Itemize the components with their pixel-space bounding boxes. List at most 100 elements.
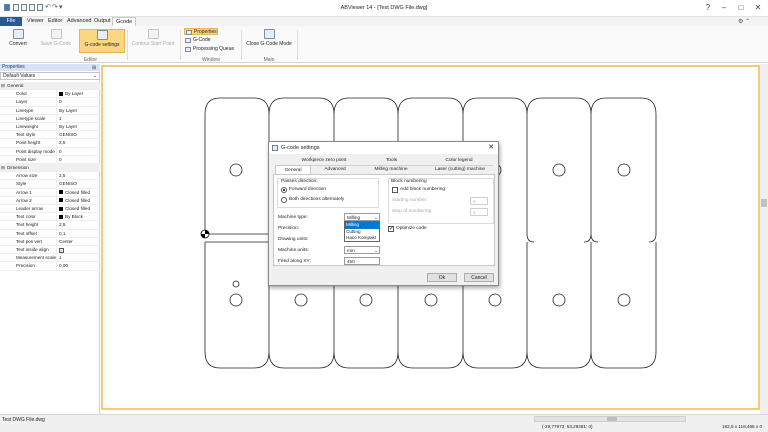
machine-type-select[interactable]: Milling ⌄ xyxy=(344,213,380,221)
property-row[interactable]: Style GENISO xyxy=(0,180,100,189)
contour-start-point-button[interactable]: Contour Start Point xyxy=(130,29,176,53)
property-value-text: 0 xyxy=(59,148,62,154)
close-icon[interactable]: ✕ xyxy=(750,3,766,12)
feed-along-xy-field[interactable]: 450 xyxy=(344,257,380,265)
machine-option-haco-kompakt[interactable]: Haco Kompakt xyxy=(345,235,379,242)
menu-file[interactable]: File xyxy=(0,17,22,26)
property-value[interactable]: 1 xyxy=(56,254,62,263)
menu-gcode[interactable]: Gcode xyxy=(112,17,137,26)
property-value[interactable]: Center xyxy=(56,237,73,246)
property-value[interactable]: 2,5 xyxy=(56,172,65,181)
gcode-settings-button[interactable]: G-code settings xyxy=(79,29,125,53)
property-value[interactable]: GENISO xyxy=(56,131,77,140)
save-gcode-button[interactable]: Save G-Code xyxy=(36,29,76,53)
tab-general[interactable]: General xyxy=(275,165,311,174)
ribbon-divider xyxy=(127,30,128,60)
properties-object-select[interactable]: Default Values ⌄ xyxy=(0,72,100,80)
machine-units-select[interactable]: mm ⌄ xyxy=(344,246,380,254)
machine-type-dropdown-list[interactable]: Milling Cutting Haco Kompakt xyxy=(344,221,380,242)
tab-laser-cutting-machine[interactable]: Laser (cutting) machine xyxy=(423,167,497,172)
step-numbering-field[interactable]: 5 xyxy=(470,208,488,216)
property-category[interactable]: ⊟ General xyxy=(0,82,100,91)
property-value[interactable]: Closed filled xyxy=(56,196,90,205)
ribbon-options-icon[interactable]: ⚙ ⌃ xyxy=(738,18,750,25)
property-row[interactable]: Measurement scale 1 xyxy=(0,254,100,263)
minimize-icon[interactable]: – xyxy=(716,3,732,12)
property-row[interactable]: Text style GENISO xyxy=(0,131,100,140)
property-row[interactable]: Leader arrow Closed filled xyxy=(0,205,100,214)
add-block-numbering-checkbox[interactable] xyxy=(392,187,398,193)
horizontal-scrollbar[interactable] xyxy=(534,416,686,422)
both-directions-radio[interactable] xyxy=(281,197,287,203)
property-row[interactable]: Point height 2,5 xyxy=(0,139,100,148)
property-value[interactable]: 0,1 xyxy=(56,229,65,238)
property-row[interactable]: Text color By Block xyxy=(0,213,100,222)
property-row[interactable]: Arrow 2 Closed filled xyxy=(0,196,100,205)
property-row[interactable]: Arrow 1 Closed filled xyxy=(0,188,100,197)
collapse-icon[interactable]: ⊟ xyxy=(1,82,5,90)
property-value[interactable]: By Layer xyxy=(56,106,77,115)
tab-milling-machine[interactable]: Milling machine xyxy=(361,167,421,172)
status-coordinates: (-29,77973; 53,28381; 0) xyxy=(542,424,593,429)
property-row[interactable]: Arrow size 2,5 xyxy=(0,172,100,181)
collapse-icon[interactable]: ⊟ xyxy=(1,164,5,172)
tab-advanced[interactable]: Advanced xyxy=(315,167,355,172)
processing-queue-toggle[interactable]: Processing Queue xyxy=(184,46,236,53)
tab-tools[interactable]: Tools xyxy=(369,158,414,163)
cancel-button[interactable]: Cancel xyxy=(464,273,494,282)
gcode-toggle[interactable]: G-Code xyxy=(184,37,218,44)
help-icon[interactable]: ? xyxy=(700,3,716,12)
property-row[interactable]: Lineweight By Layer xyxy=(0,123,100,132)
property-value[interactable]: 1 xyxy=(56,114,62,123)
optimize-code-label: Optimize code xyxy=(396,226,427,231)
starting-number-field[interactable]: 5 xyxy=(470,197,488,205)
property-value[interactable]: 0,00 xyxy=(56,262,68,271)
optimize-code-checkbox[interactable]: ✓ xyxy=(388,226,394,232)
menu-viewer[interactable]: Viewer xyxy=(24,17,47,26)
property-value[interactable]: By Block xyxy=(56,213,83,222)
gcode-icon xyxy=(185,38,191,43)
property-value[interactable]: By Layer xyxy=(56,123,77,131)
menu-advanced[interactable]: Advanced xyxy=(64,17,94,26)
scrollbar-thumb[interactable] xyxy=(761,199,767,207)
property-row[interactable]: Text height 2,5 xyxy=(0,221,100,230)
property-value[interactable]: 2,5 xyxy=(56,139,66,148)
horizontal-scrollbar-thumb[interactable] xyxy=(607,417,617,421)
menu-editor[interactable]: Editor xyxy=(45,17,65,26)
property-row[interactable]: Text pos vert Center xyxy=(0,237,100,246)
convert-button[interactable]: Convert xyxy=(3,29,33,53)
property-row[interactable]: Point size 0 xyxy=(0,155,100,164)
forward-direction-radio[interactable] xyxy=(281,187,287,193)
pin-icon[interactable]: ⊞ xyxy=(92,65,96,71)
dialog-close-icon[interactable]: ✕ xyxy=(488,142,494,154)
property-value[interactable]: GENISO xyxy=(56,180,77,189)
property-row[interactable]: Color By Layer xyxy=(0,90,100,99)
property-row[interactable]: Precision 0,00 xyxy=(0,262,100,271)
tab-workpiece-zero-point[interactable]: Workpiece zero point xyxy=(289,158,359,163)
ok-button[interactable]: Ok xyxy=(427,273,457,282)
property-value[interactable]: 0 xyxy=(56,98,62,107)
menu-output[interactable]: Output xyxy=(91,17,114,26)
vertical-scrollbar[interactable] xyxy=(760,64,768,414)
property-category[interactable]: ⊟ Dimension xyxy=(0,164,100,173)
property-value[interactable]: 0 xyxy=(56,147,62,156)
property-value[interactable]: Closed filled xyxy=(56,205,90,213)
maximize-icon[interactable]: □ xyxy=(733,3,749,12)
properties-toggle[interactable]: Properties xyxy=(184,28,218,35)
close-gcode-mode-button[interactable]: Close G-Code Mode xyxy=(245,29,293,53)
property-value[interactable]: 2,5 xyxy=(56,221,65,230)
property-label: Text style xyxy=(16,132,36,138)
property-row[interactable]: Linetype scale 1 xyxy=(0,114,100,123)
tab-color-legend[interactable]: Color legend xyxy=(429,158,489,163)
property-row[interactable]: Text offset 0,1 xyxy=(0,229,100,238)
property-row[interactable]: Point display mode 0 xyxy=(0,147,100,156)
property-row[interactable]: Linetype By Layer xyxy=(0,106,100,115)
checkbox[interactable]: ✓ xyxy=(59,248,64,253)
property-value[interactable]: ✓ xyxy=(56,246,64,254)
property-row[interactable]: Text inside align ✓ xyxy=(0,246,100,255)
property-value[interactable]: 0 xyxy=(56,155,62,164)
property-value-text: 2,5 xyxy=(59,140,66,146)
property-row[interactable]: Layer 0 xyxy=(0,98,100,107)
property-value[interactable]: Closed filled xyxy=(56,188,90,197)
property-value[interactable]: By Layer xyxy=(56,90,83,99)
